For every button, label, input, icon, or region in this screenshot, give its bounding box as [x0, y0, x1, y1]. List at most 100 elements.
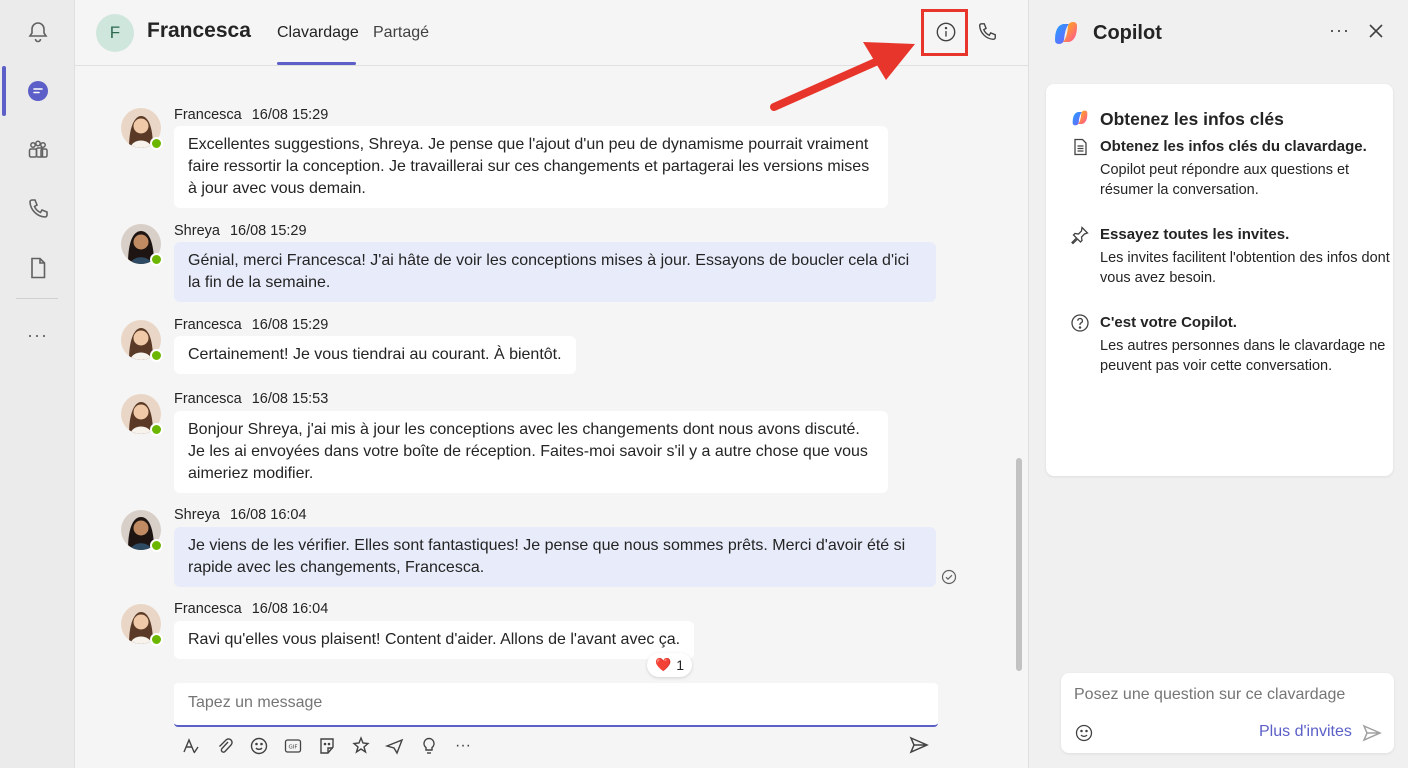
heart-icon: ❤️ — [655, 657, 672, 672]
message-bubble[interactable]: Bonjour Shreya, j'ai mis à jour les conc… — [174, 411, 888, 493]
message-meta: Francesca 16/08 16:04 — [174, 601, 328, 617]
paperclip-icon — [219, 738, 233, 753]
rail-more-button[interactable]: ··· — [0, 310, 75, 360]
presence-indicator — [150, 423, 163, 436]
message-scrollbar[interactable] — [1016, 458, 1022, 671]
copilot-close-button[interactable] — [1365, 20, 1389, 44]
contact-avatar[interactable]: F — [96, 14, 134, 52]
copilot-send-button[interactable] — [1361, 722, 1383, 744]
call-button[interactable] — [971, 16, 1003, 48]
schedule-button[interactable] — [384, 735, 406, 757]
rail-activity-button[interactable] — [0, 7, 75, 57]
tab-shared[interactable]: Partagé — [373, 24, 429, 42]
tab-chat[interactable]: Clavardage — [277, 24, 359, 42]
copilot-logo-icon — [1072, 110, 1088, 126]
message-input[interactable] — [188, 694, 888, 712]
copilot-pane: Copilot ··· Obtenez les infos clés Obten… — [1028, 0, 1408, 768]
avatar[interactable] — [121, 108, 163, 150]
close-icon — [1369, 24, 1383, 38]
avatar[interactable] — [121, 394, 163, 436]
copilot-compose[interactable]: Plus d'invites — [1061, 673, 1394, 753]
copilot-intro-card: Obtenez les infos clés Obtenez les infos… — [1046, 84, 1393, 476]
rail-divider — [16, 298, 58, 299]
sticker-button[interactable] — [316, 735, 338, 757]
emoji-icon — [250, 737, 268, 755]
feature-title: C'est votre Copilot. — [1100, 314, 1237, 331]
card-title: Obtenez les infos clés — [1100, 109, 1284, 129]
feature-description: Copilot peut répondre aux questions et r… — [1100, 162, 1350, 198]
message-author: Francesca — [174, 107, 242, 123]
contact-name: Francesca — [147, 19, 251, 42]
phone-icon — [978, 23, 996, 41]
message-time: 16/08 16:04 — [251, 601, 329, 617]
rail-teams-button[interactable] — [0, 125, 75, 175]
feature-description: Les autres personnes dans le clavardage … — [1100, 338, 1386, 374]
copilot-emoji-button[interactable] — [1074, 723, 1094, 743]
format-button[interactable] — [180, 735, 202, 757]
presence-indicator — [150, 349, 163, 362]
message-meta: Shreya 16/08 16:04 — [174, 507, 307, 523]
message-meta: Shreya 16/08 15:29 — [174, 223, 307, 239]
pin-icon — [1071, 226, 1089, 245]
send-button[interactable] — [908, 734, 932, 758]
avatar[interactable] — [121, 604, 163, 646]
copilot-input[interactable] — [1074, 686, 1374, 704]
avatar[interactable] — [121, 510, 163, 552]
app-rail: ··· — [0, 0, 75, 768]
feature-title: Essayez toutes les invites. — [1100, 226, 1290, 243]
rail-files-button[interactable] — [0, 243, 75, 293]
message-time: 16/08 15:29 — [251, 317, 329, 333]
chat-header: F Francesca Clavardage Partagé — [75, 0, 1028, 66]
message-meta: Francesca 16/08 15:29 — [174, 107, 328, 123]
message-meta: Francesca 16/08 15:53 — [174, 391, 328, 407]
feature-description: Les invites facilitent l'obtention des i… — [1100, 250, 1390, 286]
message-author: Francesca — [174, 317, 242, 333]
rail-chat-button[interactable] — [0, 66, 75, 116]
avatar[interactable] — [121, 320, 163, 362]
reaction-badge[interactable]: ❤️ 1 — [647, 653, 692, 677]
format-icon — [183, 738, 199, 754]
reaction-count: 1 — [676, 657, 684, 673]
gif-button[interactable]: GIF — [282, 735, 304, 757]
emoji-button[interactable] — [248, 735, 270, 757]
presence-indicator — [150, 253, 163, 266]
compose-toolbar: GIF ··· — [180, 733, 474, 759]
more-prompts-button[interactable]: Plus d'invites — [1259, 723, 1352, 741]
rail-calls-button[interactable] — [0, 184, 75, 234]
document-icon — [1074, 138, 1087, 156]
avatar[interactable] — [121, 224, 163, 266]
send-later-icon — [385, 738, 404, 755]
message-meta: Francesca 16/08 15:29 — [174, 317, 328, 333]
message-time: 16/08 16:04 — [229, 507, 307, 523]
praise-button[interactable] — [350, 735, 372, 757]
file-icon — [30, 257, 45, 279]
message-time: 16/08 15:53 — [251, 391, 329, 407]
message-bubble[interactable]: Certainement! Je vous tiendrai au couran… — [174, 336, 576, 374]
compose-box[interactable] — [174, 683, 938, 727]
svg-text:GIF: GIF — [288, 745, 297, 751]
read-receipt-icon — [941, 569, 957, 585]
more-options-button[interactable]: ··· — [452, 735, 474, 757]
praise-icon — [352, 736, 370, 754]
info-highlight-box — [921, 9, 968, 56]
more-icon: ··· — [455, 737, 471, 754]
more-icon: ··· — [1329, 20, 1350, 40]
send-icon — [1362, 724, 1382, 742]
message-bubble[interactable]: Je viens de les vérifier. Elles sont fan… — [174, 527, 936, 587]
more-icon: ··· — [27, 324, 48, 345]
message-bubble[interactable]: Génial, merci Francesca! J'ai hâte de vo… — [174, 242, 936, 302]
question-icon — [1071, 314, 1089, 332]
message-bubble[interactable]: Ravi qu'elles vous plaisent! Content d'a… — [174, 621, 695, 659]
message-author: Francesca — [174, 601, 242, 617]
attach-button[interactable] — [214, 735, 236, 757]
active-tab-indicator — [277, 62, 356, 65]
copilot-more-button[interactable]: ··· — [1329, 20, 1353, 44]
message-bubble[interactable]: Excellentes suggestions, Shreya. Je pens… — [174, 126, 888, 208]
message-author: Shreya — [174, 223, 220, 239]
message-list[interactable]: Francesca 16/08 15:29 Excellentes suggest… — [75, 66, 1028, 678]
message-time: 16/08 15:29 — [251, 107, 329, 123]
apps-button[interactable] — [418, 735, 440, 757]
teams-icon — [28, 140, 48, 158]
presence-indicator — [150, 539, 163, 552]
message-author: Francesca — [174, 391, 242, 407]
